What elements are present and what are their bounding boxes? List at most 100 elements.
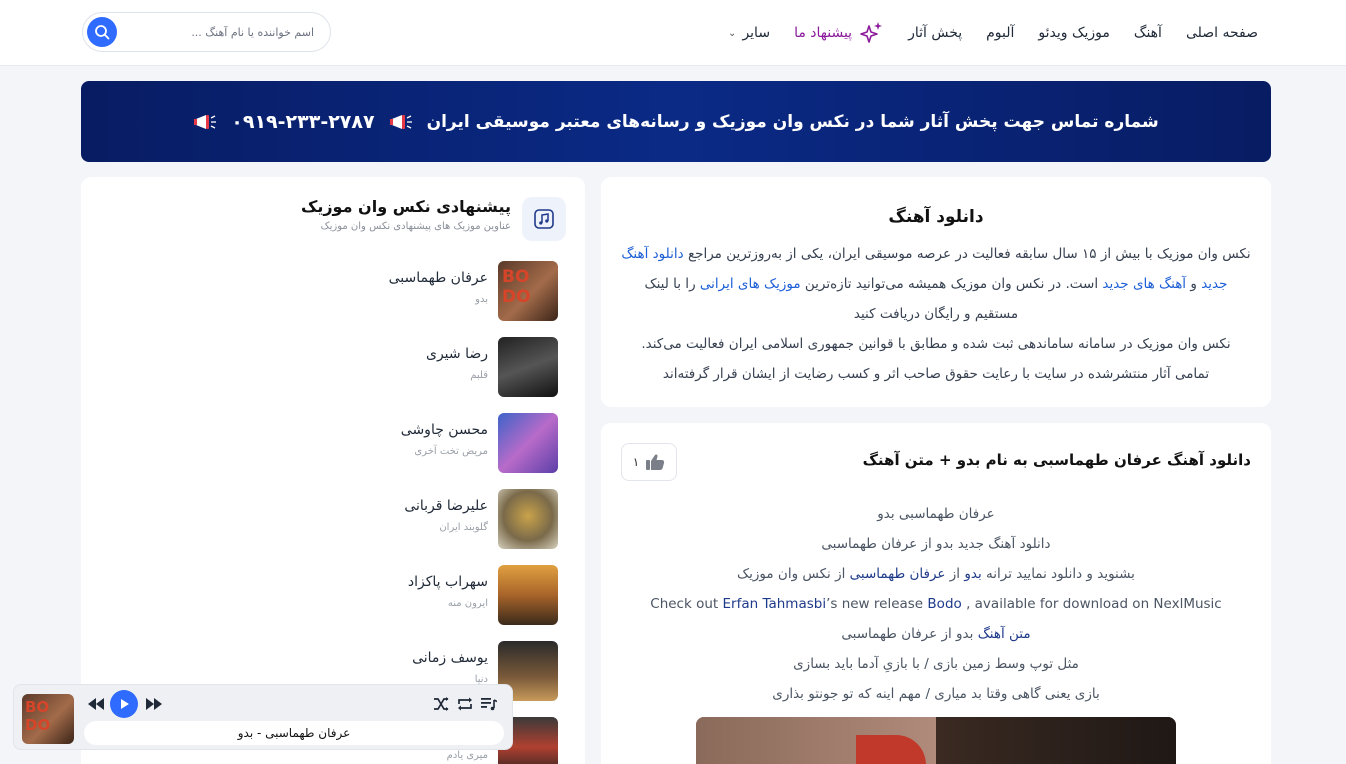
- lyrics-line: مثل توپ وسط زمین بازی / با بازیِ آدما با…: [793, 656, 1079, 672]
- suggested-sidebar: پیشنهادی نکس وان موزیک عناوین موزیک های …: [81, 177, 585, 764]
- nav-music-video[interactable]: موزیک ویدئو: [1038, 25, 1110, 41]
- post-line-part: , available for download on NexlMusic: [966, 596, 1222, 612]
- post-line-part: از: [949, 566, 961, 582]
- thumbs-up-icon: [646, 454, 665, 470]
- intro-text: نکس وان موزیک با بیش از ۱۵ سال سابقه فعا…: [621, 239, 1251, 389]
- song-title: میری یادم: [446, 750, 488, 761]
- song-title: گلوبند ایران: [439, 522, 488, 533]
- play-button[interactable]: [110, 690, 138, 718]
- banner-text: شماره تماس جهت پخش آثار شما در نکس وان م…: [426, 111, 1159, 132]
- sidebar-subtitle: عناوین موزیک های پیشنهادی نکس وان موزیک: [320, 221, 511, 232]
- repeat-icon: [458, 697, 472, 711]
- search-button[interactable]: [87, 17, 117, 47]
- post-line: متن آهنگ بدو از عرفان طهماسبی: [601, 619, 1271, 649]
- like-button[interactable]: ۱: [621, 443, 677, 481]
- list-item[interactable]: رضا شیری قلبم: [138, 337, 558, 397]
- post-title[interactable]: دانلود آهنگ عرفان طهماسبی به نام بدو + م…: [863, 451, 1251, 469]
- previous-button[interactable]: [86, 694, 106, 714]
- music-player: BO DO عرفان طهماسبی - بدو: [13, 684, 513, 750]
- shuffle-button[interactable]: [431, 694, 451, 714]
- artist-link-en[interactable]: Erfan Tahmasbi: [723, 596, 827, 612]
- post-line-part: ’s new release: [826, 596, 924, 612]
- song-link[interactable]: بدو: [964, 566, 981, 582]
- song-artist: سهراب پاکزاد: [407, 574, 488, 590]
- next-icon: [146, 698, 162, 710]
- intro-card: دانلود آهنگ نکس وان موزیک با بیش از ۱۵ س…: [601, 177, 1271, 407]
- music-note-icon: [522, 197, 566, 241]
- song-artist: محسن چاوشی: [400, 422, 488, 438]
- artist-link[interactable]: عرفان طهماسبی: [850, 566, 946, 582]
- nav-publish[interactable]: پخش آثار: [908, 25, 962, 41]
- lyrics-heading: متن آهنگ: [977, 626, 1031, 642]
- repeat-button[interactable]: [455, 694, 475, 714]
- play-icon: [121, 699, 129, 709]
- playlist-button[interactable]: [479, 694, 499, 714]
- intro-title: دانلود آهنگ: [888, 207, 984, 227]
- song-link-en[interactable]: Bodo: [927, 596, 961, 612]
- contact-banner[interactable]: شماره تماس جهت پخش آثار شما در نکس وان م…: [81, 81, 1271, 162]
- post-line-part: از نکس وان موزیک: [737, 566, 846, 582]
- chevron-down-icon: ⌄: [728, 27, 737, 39]
- sparkle-icon: [860, 22, 883, 43]
- player-cover: BO DO: [22, 694, 74, 744]
- song-artist: عرفان طهماسبی: [388, 270, 488, 286]
- nav-home-label: صفحه اصلی: [1185, 25, 1258, 41]
- link-iranian-music[interactable]: موزیک های ایرانی: [700, 276, 801, 292]
- list-item[interactable]: محسن چاوشی مریض تخت آخری: [138, 413, 558, 473]
- post-line-part: بدو از عرفان طهماسبی: [841, 626, 974, 642]
- intro-text-part: و: [1190, 276, 1197, 292]
- post-line-part: Check out: [650, 596, 719, 612]
- nav-more[interactable]: سایر ⌄: [728, 25, 770, 41]
- post-cover-image: [696, 717, 1176, 764]
- next-button[interactable]: [144, 694, 164, 714]
- search-icon: [95, 25, 110, 40]
- search-input[interactable]: [124, 13, 314, 51]
- song-title: مریض تخت آخری: [414, 446, 488, 457]
- previous-icon: [88, 698, 104, 710]
- song-cover: BO DO: [498, 261, 558, 321]
- post-card: دانلود آهنگ عرفان طهماسبی به نام بدو + م…: [601, 423, 1271, 764]
- post-line: Check out Erfan Tahmasbi’s new release B…: [601, 589, 1271, 619]
- post-line-part: بشنوید و دانلود نمایید ترانه: [986, 566, 1135, 582]
- link-new-songs[interactable]: آهنگ های جدید: [1102, 276, 1186, 292]
- list-item[interactable]: علیرضا قربانی گلوبند ایران: [138, 489, 558, 549]
- sidebar-title: پیشنهادی نکس وان موزیک: [300, 197, 511, 216]
- banner-phone: ۰۹۱۹-۲۳۳-۲۷۸۷: [231, 110, 375, 133]
- playlist-icon: [481, 698, 497, 711]
- now-playing-label[interactable]: عرفان طهماسبی - بدو: [84, 721, 504, 745]
- list-item[interactable]: سهراب پاکزاد ایرون منه: [138, 565, 558, 625]
- song-cover: [498, 413, 558, 473]
- nav-album-label: آلبوم: [986, 25, 1015, 41]
- intro-text-part: تمامی آثار منتشرشده در سایت با رعایت حقو…: [662, 366, 1210, 382]
- post-line: عرفان طهماسبی بدو: [877, 506, 995, 522]
- song-artist: علیرضا قربانی: [404, 498, 488, 514]
- shuffle-icon: [434, 697, 449, 711]
- song-title: قلبم: [470, 370, 488, 381]
- song-cover: [498, 337, 558, 397]
- like-count: ۱: [632, 455, 640, 469]
- intro-text-part: است. در نکس وان موزیک همیشه می‌توانید تا…: [804, 276, 1099, 292]
- intro-text-part: نکس وان موزیک با بیش از ۱۵ سال سابقه فعا…: [687, 246, 1251, 262]
- megaphone-icon: [194, 114, 217, 129]
- list-item[interactable]: BO DO عرفان طهماسبی بدو: [138, 261, 558, 321]
- song-cover: [498, 489, 558, 549]
- nav-album[interactable]: آلبوم: [986, 25, 1014, 41]
- song-cover: [498, 565, 558, 625]
- intro-text-part: نکس وان موزیک در سامانه ساماندهی ثبت شده…: [641, 336, 1231, 352]
- nav-home[interactable]: صفحه اصلی: [1186, 25, 1258, 41]
- nav-music-video-label: موزیک ویدئو: [1038, 25, 1110, 41]
- megaphone-icon: [389, 114, 412, 129]
- post-line: دانلود آهنگ جدید بدو از عرفان طهماسبی: [821, 536, 1051, 552]
- nav-suggest-label: پیشنهاد ما: [794, 25, 853, 41]
- song-artist: رضا شیری: [425, 346, 488, 362]
- nav-publish-label: پخش آثار: [908, 25, 963, 41]
- main-nav: صفحه اصلی آهنگ موزیک ویدئو آلبوم پخش آثا…: [728, 0, 1258, 66]
- post-line: بشنوید و دانلود نمایید ترانه بدو از عرفا…: [601, 559, 1271, 589]
- song-title: بدو: [475, 294, 488, 305]
- song-artist: یوسف زمانی: [412, 650, 488, 666]
- post-body: عرفان طهماسبی بدو دانلود آهنگ جدید بدو ا…: [601, 499, 1271, 709]
- nav-songs[interactable]: آهنگ: [1134, 25, 1162, 41]
- nav-suggest[interactable]: پیشنهاد ما: [794, 20, 884, 46]
- nav-songs-label: آهنگ: [1133, 25, 1162, 41]
- lyrics-line: بازی یعنی گاهی وقتا بد میاری / مهم اینه …: [772, 686, 1100, 702]
